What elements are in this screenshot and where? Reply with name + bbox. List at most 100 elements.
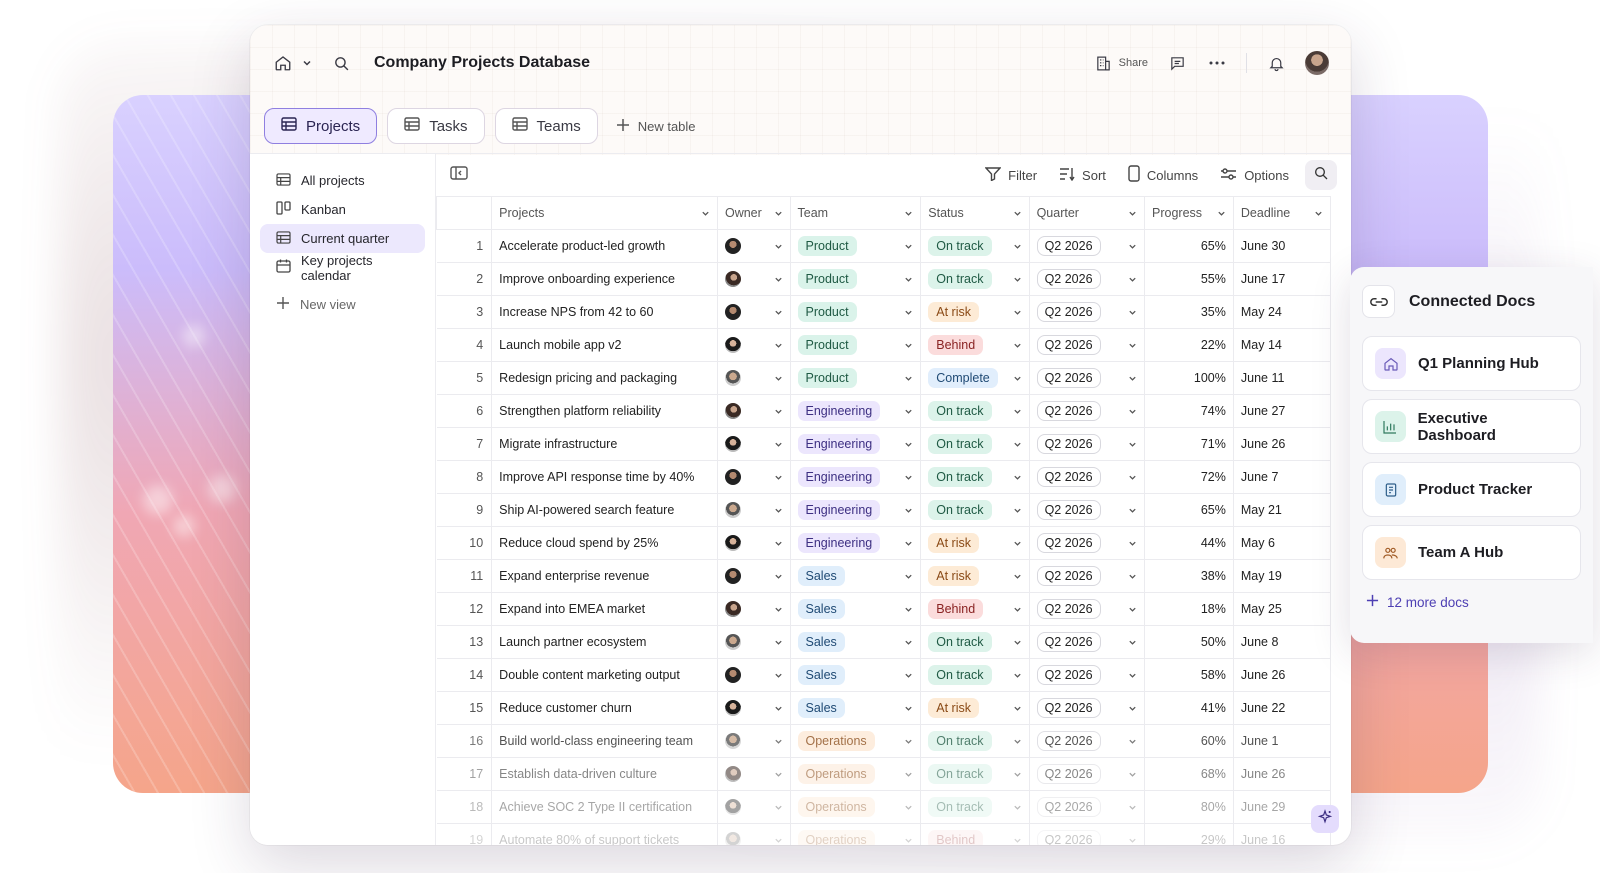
owner-cell[interactable] — [717, 460, 791, 494]
team-cell[interactable]: Sales — [790, 559, 922, 593]
deadline-cell[interactable]: June 1 — [1233, 724, 1332, 758]
table-row[interactable]: 18 Achieve SOC 2 Type II certification Ope… — [436, 790, 1332, 824]
table-row[interactable]: 3 Increase NPS from 42 to 60 Product At ris… — [436, 295, 1332, 329]
user-avatar[interactable] — [1305, 51, 1329, 75]
status-cell[interactable]: Behind — [920, 823, 1030, 845]
status-cell[interactable]: Behind — [920, 328, 1030, 362]
team-cell[interactable]: Operations — [790, 757, 922, 791]
deadline-cell[interactable]: June 26 — [1233, 427, 1332, 461]
table-row[interactable]: 11 Expand enterprise revenue Sales At risk Q… — [436, 559, 1332, 593]
table-row[interactable]: 2 Improve onboarding experience Product On … — [436, 262, 1332, 296]
status-cell[interactable]: At risk — [920, 691, 1030, 725]
status-cell[interactable]: On track — [920, 493, 1030, 527]
team-cell[interactable]: Product — [790, 295, 922, 329]
new-table-button[interactable]: New table — [608, 118, 704, 135]
deadline-cell[interactable]: June 7 — [1233, 460, 1332, 494]
quarter-cell[interactable]: Q2 2026 — [1029, 526, 1146, 560]
column-header-deadline[interactable]: Deadline — [1233, 196, 1332, 230]
table-row[interactable]: 19 Automate 80% of support tickets Operati… — [436, 823, 1332, 845]
progress-cell[interactable]: 41% — [1144, 691, 1234, 725]
owner-cell[interactable] — [717, 724, 791, 758]
progress-cell[interactable]: 65% — [1144, 493, 1234, 527]
status-cell[interactable]: On track — [920, 394, 1030, 428]
table-row[interactable]: 6 Strengthen platform reliability Engineer… — [436, 394, 1332, 428]
quarter-cell[interactable]: Q2 2026 — [1029, 625, 1146, 659]
status-cell[interactable]: Complete — [920, 361, 1030, 395]
table-row[interactable]: 13 Launch partner ecosystem Sales On track Q… — [436, 625, 1332, 659]
progress-cell[interactable]: 68% — [1144, 757, 1234, 791]
team-cell[interactable]: Operations — [790, 724, 922, 758]
table-row[interactable]: 9 Ship AI-powered search feature Engineeri… — [436, 493, 1332, 527]
project-name-cell[interactable]: Build world-class engineering team — [491, 724, 718, 758]
progress-cell[interactable]: 80% — [1144, 790, 1234, 824]
sidebar-item-key-projects-calendar[interactable]: Key projects calendar — [260, 253, 425, 283]
quarter-cell[interactable]: Q2 2026 — [1029, 724, 1146, 758]
owner-cell[interactable] — [717, 823, 791, 845]
owner-cell[interactable] — [717, 757, 791, 791]
project-name-cell[interactable]: Strengthen platform reliability — [491, 394, 718, 428]
quarter-cell[interactable]: Q2 2026 — [1029, 790, 1146, 824]
column-header-progress[interactable]: Progress — [1144, 196, 1234, 230]
tab-teams[interactable]: Teams — [494, 108, 598, 144]
progress-cell[interactable]: 100% — [1144, 361, 1234, 395]
progress-cell[interactable]: 71% — [1144, 427, 1234, 461]
progress-cell[interactable]: 44% — [1144, 526, 1234, 560]
deadline-cell[interactable]: June 22 — [1233, 691, 1332, 725]
team-cell[interactable]: Engineering — [790, 493, 922, 527]
deadline-cell[interactable]: June 11 — [1233, 361, 1332, 395]
project-name-cell[interactable]: Improve onboarding experience — [491, 262, 718, 296]
project-name-cell[interactable]: Establish data-driven culture — [491, 757, 718, 791]
quarter-cell[interactable]: Q2 2026 — [1029, 559, 1146, 593]
table-row[interactable]: 17 Establish data-driven culture Operation… — [436, 757, 1332, 791]
table-row[interactable]: 1 Accelerate product-led growth Product On … — [436, 229, 1332, 263]
sidebar-item-all-projects[interactable]: All projects — [260, 166, 425, 195]
deadline-cell[interactable]: June 26 — [1233, 658, 1332, 692]
quarter-cell[interactable]: Q2 2026 — [1029, 691, 1146, 725]
sidebar-toggle-icon[interactable] — [450, 165, 468, 185]
status-cell[interactable]: On track — [920, 460, 1030, 494]
status-cell[interactable]: On track — [920, 262, 1030, 296]
table-row[interactable]: 5 Redesign pricing and packaging Product Co… — [436, 361, 1332, 395]
status-cell[interactable]: On track — [920, 757, 1030, 791]
team-cell[interactable]: Engineering — [790, 526, 922, 560]
table-row[interactable]: 15 Reduce customer churn Sales At risk Q2 20… — [436, 691, 1332, 725]
team-cell[interactable]: Product — [790, 229, 922, 263]
owner-cell[interactable] — [717, 790, 791, 824]
chevron-down-icon[interactable] — [296, 52, 318, 74]
team-cell[interactable]: Engineering — [790, 460, 922, 494]
progress-cell[interactable]: 74% — [1144, 394, 1234, 428]
project-name-cell[interactable]: Achieve SOC 2 Type II certification — [491, 790, 718, 824]
home-icon[interactable] — [272, 52, 294, 74]
column-header-owner[interactable]: Owner — [717, 196, 791, 230]
sidebar-item-kanban[interactable]: Kanban — [260, 195, 425, 224]
status-cell[interactable]: On track — [920, 724, 1030, 758]
owner-cell[interactable] — [717, 394, 791, 428]
column-header-status[interactable]: Status — [920, 196, 1030, 230]
owner-cell[interactable] — [717, 427, 791, 461]
progress-cell[interactable]: 72% — [1144, 460, 1234, 494]
quarter-cell[interactable]: Q2 2026 — [1029, 262, 1146, 296]
team-cell[interactable]: Sales — [790, 691, 922, 725]
team-cell[interactable]: Sales — [790, 625, 922, 659]
column-header-quarter[interactable]: Quarter — [1029, 196, 1146, 230]
progress-cell[interactable]: 60% — [1144, 724, 1234, 758]
deadline-cell[interactable]: June 30 — [1233, 229, 1332, 263]
team-cell[interactable]: Operations — [790, 823, 922, 845]
filter-button[interactable]: Filter — [984, 166, 1037, 184]
deadline-cell[interactable]: June 17 — [1233, 262, 1332, 296]
project-name-cell[interactable]: Expand into EMEA market — [491, 592, 718, 626]
team-cell[interactable]: Engineering — [790, 394, 922, 428]
column-header-projects[interactable]: Projects — [491, 196, 718, 230]
table-row[interactable]: 14 Double content marketing output Sales On… — [436, 658, 1332, 692]
bell-icon[interactable] — [1265, 52, 1287, 74]
owner-cell[interactable] — [717, 691, 791, 725]
deadline-cell[interactable]: May 21 — [1233, 493, 1332, 527]
deadline-cell[interactable]: May 6 — [1233, 526, 1332, 560]
project-name-cell[interactable]: Migrate infrastructure — [491, 427, 718, 461]
status-cell[interactable]: On track — [920, 790, 1030, 824]
status-cell[interactable]: At risk — [920, 526, 1030, 560]
more-icon[interactable] — [1206, 52, 1228, 74]
progress-cell[interactable]: 29% — [1144, 823, 1234, 845]
progress-cell[interactable]: 18% — [1144, 592, 1234, 626]
share-button[interactable]: Share — [1093, 52, 1148, 74]
